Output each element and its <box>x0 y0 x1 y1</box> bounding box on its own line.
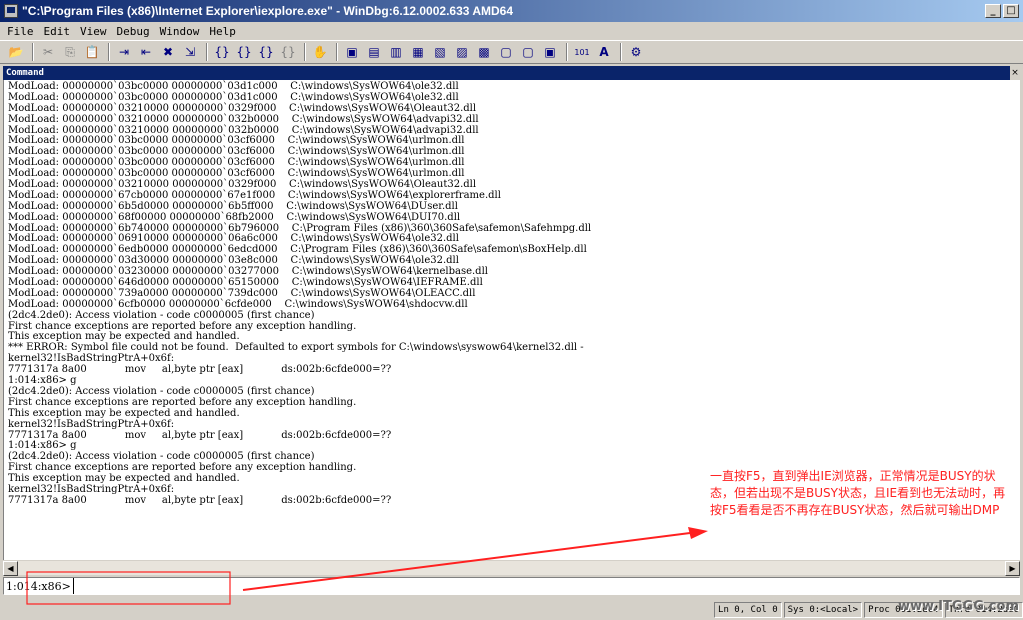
menu-help[interactable]: Help <box>204 25 241 38</box>
minimize-button[interactable]: _ <box>985 4 1001 18</box>
title-bar: "C:\Program Files (x86)\Internet Explore… <box>0 0 1023 22</box>
windbg-icon <box>4 4 18 18</box>
restore-button[interactable]: □ <box>1003 4 1019 18</box>
annotation-note: 一直按F5，直到弹出IE浏览器，正常情况是BUSY的状态，但若出现不是BUSY状… <box>710 469 1006 517</box>
command-window-icon[interactable]: ▣ <box>342 43 362 61</box>
output-line: ModLoad: 00000000`03210000 00000000`032b… <box>8 113 479 125</box>
restart-icon[interactable]: ⇤ <box>136 43 156 61</box>
hex-mode-icon[interactable]: 101 <box>572 43 592 61</box>
status-system: Sys 0:<Local> <box>783 602 863 618</box>
menu-window[interactable]: Window <box>155 25 205 38</box>
menu-edit[interactable]: Edit <box>39 25 76 38</box>
watermark: www.ITGGG.com <box>898 599 1019 614</box>
output-line: 7771317a 8a00 mov al,byte ptr [eax] ds:0… <box>8 429 392 441</box>
toolbar-separator <box>566 43 568 61</box>
toolbar-separator <box>32 43 34 61</box>
menu-bar: File Edit View Debug Window Help <box>0 22 1023 40</box>
command-prompt: 1:014:x86> <box>6 579 71 593</box>
status-bar: Ln 0, Col 0 Sys 0:<Local> Proc 001:2dc4 … <box>0 600 1023 620</box>
memory-window-icon[interactable]: ▧ <box>430 43 450 61</box>
go-icon[interactable]: ⇥ <box>114 43 134 61</box>
toolbar-separator <box>206 43 208 61</box>
command-window-title: Command <box>6 68 44 78</box>
command-input[interactable] <box>72 578 1019 594</box>
toolbar-separator <box>304 43 306 61</box>
step-into-icon[interactable]: {} <box>212 43 232 61</box>
step-out-icon[interactable]: {} <box>256 43 276 61</box>
registers-window-icon[interactable]: ▦ <box>408 43 428 61</box>
output-line: This exception may be expected and handl… <box>8 407 240 419</box>
break-icon[interactable]: ⇲ <box>180 43 200 61</box>
toolbar-separator <box>336 43 338 61</box>
toolbar: 📂 ✂ ⎘ 📋 ⇥ ⇤ ✖ ⇲ {} {} {} {} ✋ ▣ ▤ ▥ ▦ ▧ … <box>0 40 1023 64</box>
window-title: "C:\Program Files (x86)\Internet Explore… <box>22 4 513 18</box>
command-input-row: 1:014:x86> <box>3 577 1020 595</box>
locals-window-icon[interactable]: ▥ <box>386 43 406 61</box>
toolbar-separator <box>620 43 622 61</box>
output-line: kernel32!IsBadStringPtrA+0x6f: <box>8 418 175 430</box>
paste-icon[interactable]: 📋 <box>82 43 102 61</box>
output-line: (2dc4.2de0): Access violation - code c00… <box>8 309 315 321</box>
output-line: ModLoad: 00000000`68f00000 00000000`68fb… <box>8 211 461 223</box>
options-icon[interactable]: ⚙ <box>626 43 646 61</box>
step-over-icon[interactable]: {} <box>234 43 254 61</box>
scratch-pad-icon[interactable]: ▢ <box>496 43 516 61</box>
call-stack-window-icon[interactable]: ▨ <box>452 43 472 61</box>
open-icon[interactable]: 📂 <box>6 43 26 61</box>
toolbar-separator <box>108 43 110 61</box>
scroll-left-icon[interactable]: ◀ <box>3 561 18 576</box>
hand-icon[interactable]: ✋ <box>310 43 330 61</box>
watch-window-icon[interactable]: ▤ <box>364 43 384 61</box>
font-icon[interactable]: A <box>594 43 614 61</box>
command-window-header: Command × <box>3 66 1020 80</box>
menu-view[interactable]: View <box>75 25 112 38</box>
status-line-col: Ln 0, Col 0 <box>714 602 782 618</box>
menu-file[interactable]: File <box>2 25 39 38</box>
cut-icon[interactable]: ✂ <box>38 43 58 61</box>
disassembly-window-icon[interactable]: ▩ <box>474 43 494 61</box>
horizontal-scrollbar[interactable]: ◀ ▶ <box>3 560 1020 576</box>
processes-window-icon[interactable]: ▢ <box>518 43 538 61</box>
copy-icon[interactable]: ⎘ <box>60 43 80 61</box>
scroll-right-icon[interactable]: ▶ <box>1005 561 1020 576</box>
output-line: 7771317a 8a00 mov al,byte ptr [eax] ds:0… <box>8 364 392 376</box>
source-mode-icon[interactable]: ▣ <box>540 43 560 61</box>
menu-debug[interactable]: Debug <box>112 25 155 38</box>
stop-debugging-icon[interactable]: ✖ <box>158 43 178 61</box>
run-to-cursor-icon[interactable]: {} <box>278 43 298 61</box>
close-icon[interactable]: × <box>1010 66 1020 80</box>
